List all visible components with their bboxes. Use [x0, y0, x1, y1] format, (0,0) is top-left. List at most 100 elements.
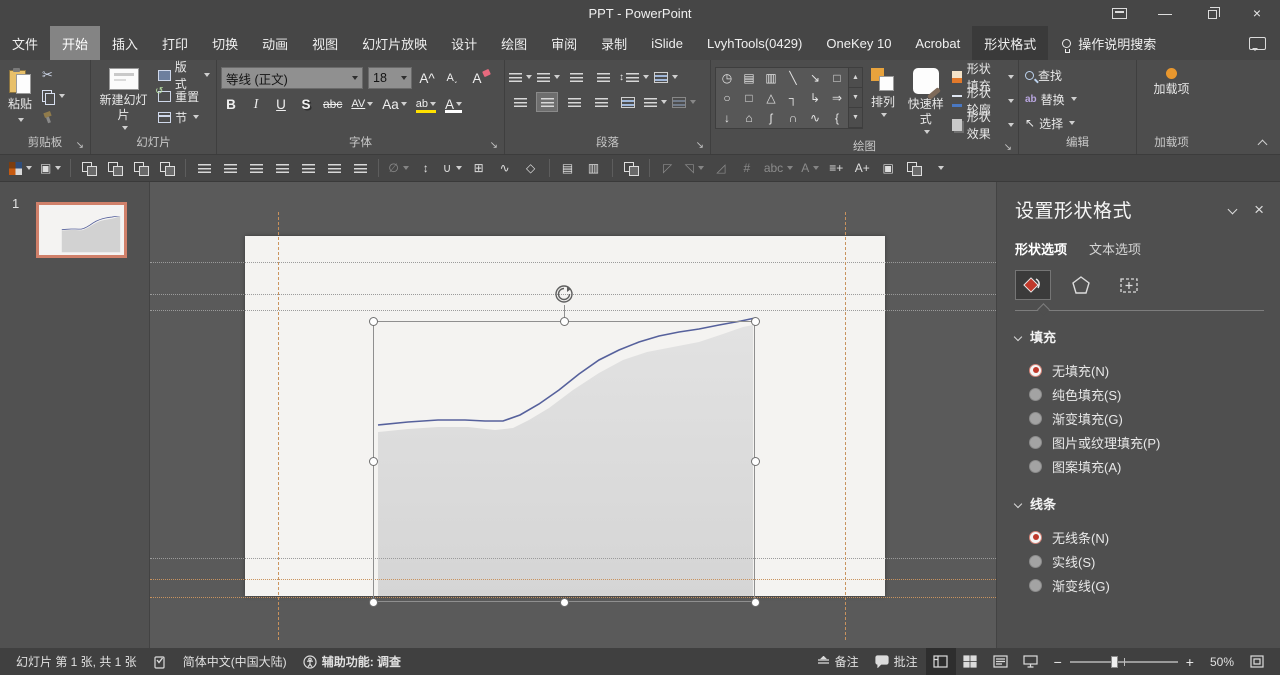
align-right-objects-button[interactable]	[244, 157, 268, 179]
align-left-objects-button[interactable]	[192, 157, 216, 179]
hash-align-button[interactable]: #	[735, 157, 759, 179]
format-painter-button[interactable]	[40, 108, 67, 126]
resize-handle-bottom-center[interactable]	[560, 598, 569, 607]
line-spacing-button[interactable]: ↕	[619, 67, 649, 87]
decrease-font-button[interactable]: A˯	[442, 68, 462, 88]
quick-styles-button[interactable]: 快速样式	[903, 64, 948, 138]
font-name-combo[interactable]: 等线 (正文)	[221, 67, 363, 89]
ribbon-tab-幻灯片放映[interactable]: 幻灯片放映	[350, 26, 439, 60]
tell-me-search[interactable]: 操作说明搜索	[1048, 26, 1170, 60]
text-effects-abc-button[interactable]: abc	[761, 157, 796, 179]
text-placeholder-button[interactable]: ▣	[37, 157, 64, 179]
shape-gallery-item-0-4[interactable]: ↘	[804, 68, 826, 88]
find-button[interactable]: 查找	[1023, 66, 1079, 84]
shape-gallery-item-0-0[interactable]: ◷	[716, 68, 738, 88]
select-button[interactable]: ↖选择	[1023, 114, 1079, 132]
highlight-color-button[interactable]: ab	[414, 94, 438, 114]
ribbon-tab-iSlide[interactable]: iSlide	[639, 26, 695, 60]
send-to-back-button[interactable]	[155, 157, 179, 179]
shape-gallery-item-1-4[interactable]: ↳	[804, 88, 826, 108]
resize-handle-bottom-left[interactable]	[369, 598, 378, 607]
shape-gallery-scrollbar[interactable]: ▲▼▼	[849, 67, 863, 129]
columns-button[interactable]	[644, 92, 667, 112]
send-backward-button[interactable]	[103, 157, 127, 179]
increase-font-button[interactable]: A^	[417, 68, 437, 88]
paragraph-dialog-launcher[interactable]: ↘	[696, 141, 704, 151]
tab-text-options[interactable]: 文本选项	[1089, 239, 1141, 258]
shape-gallery-item-1-3[interactable]: ┐	[782, 88, 804, 108]
layer-manager-button[interactable]	[902, 157, 926, 179]
accessibility-checker[interactable]: 辅助功能: 调查	[295, 648, 409, 675]
fill-option-0[interactable]: 无填充(N)	[1029, 358, 1264, 382]
strikethrough-button[interactable]: abc	[321, 94, 344, 114]
add-text-line-button[interactable]: ≡+	[824, 157, 848, 179]
fill-radio-1[interactable]	[1029, 388, 1042, 401]
ribbon-tab-切换[interactable]: 切换	[200, 26, 250, 60]
slideshow-view-button[interactable]	[1016, 648, 1046, 675]
panel-chevron-down-icon[interactable]	[1228, 205, 1238, 215]
resize-handle-top-right[interactable]	[751, 317, 760, 326]
decrease-indent-button[interactable]	[565, 67, 587, 87]
line-section-header[interactable]: 线条	[1015, 494, 1264, 513]
fill-option-3[interactable]: 图片或纹理填充(P)	[1029, 430, 1264, 454]
grow-text-button[interactable]: A+	[850, 157, 874, 179]
bullets-button[interactable]	[509, 67, 532, 87]
align-text-button[interactable]	[617, 92, 639, 112]
align-middle-objects-button[interactable]	[296, 157, 320, 179]
fill-option-2[interactable]: 渐变填充(G)	[1029, 406, 1264, 430]
align-center-button[interactable]	[536, 92, 558, 112]
paste-button[interactable]: 粘贴	[4, 64, 36, 131]
ribbon-tab-视图[interactable]: 视图	[300, 26, 350, 60]
new-slide-button[interactable]: 新建幻灯片	[95, 64, 152, 134]
text-direction-button[interactable]	[654, 67, 678, 87]
fill-option-4[interactable]: 图案填充(A)	[1029, 454, 1264, 478]
shape-gallery-item-2-4[interactable]: ∿	[804, 108, 826, 128]
shape-gallery-item-2-2[interactable]: ʃ	[760, 108, 782, 128]
edit-shape-button[interactable]: ◹	[682, 157, 707, 179]
arrange-button[interactable]: 排列	[867, 64, 899, 121]
ribbon-tab-形状格式[interactable]: 形状格式	[972, 26, 1048, 60]
collapse-ribbon-icon[interactable]	[1258, 140, 1268, 150]
replace-button[interactable]: ab替换	[1023, 90, 1079, 108]
layout-button[interactable]: 版式	[156, 66, 212, 84]
align-top-objects-button[interactable]	[270, 157, 294, 179]
close-button[interactable]: ×	[1234, 0, 1280, 26]
align-center-objects-button[interactable]	[218, 157, 242, 179]
shape-gallery-item-2-3[interactable]: ∩	[782, 108, 804, 128]
numbering-button[interactable]	[537, 67, 560, 87]
clear-formatting-button[interactable]: A	[467, 68, 487, 88]
zoom-in-button[interactable]: +	[1186, 654, 1194, 670]
zoom-slider[interactable]	[1070, 661, 1178, 663]
alt-text-left-button[interactable]: ▤	[556, 157, 580, 179]
alt-text-right-button[interactable]: ▥	[582, 157, 606, 179]
picture-placeholder-button[interactable]: ▣	[876, 157, 900, 179]
line-radio-1[interactable]	[1029, 555, 1042, 568]
rotate-handle[interactable]	[554, 284, 574, 307]
restore-button[interactable]	[1188, 0, 1234, 26]
shape-gallery-item-0-5[interactable]: □	[826, 68, 848, 88]
shape-gallery-item-1-2[interactable]: △	[760, 88, 782, 108]
fill-radio-4[interactable]	[1029, 460, 1042, 473]
zoom-slider-handle[interactable]	[1111, 656, 1118, 668]
reroute-connectors-button[interactable]: ◿	[709, 157, 733, 179]
shape-gallery-item-1-1[interactable]: □	[738, 88, 760, 108]
increase-indent-button[interactable]	[592, 67, 614, 87]
italic-button[interactable]: I	[246, 94, 266, 114]
align-right-button[interactable]	[563, 92, 585, 112]
selection-swap-button[interactable]	[619, 157, 643, 179]
zoom-out-button[interactable]: −	[1054, 654, 1062, 670]
shape-gallery-item-2-1[interactable]: ⌂	[738, 108, 760, 128]
resize-handle-middle-right[interactable]	[751, 457, 760, 466]
ribbon-tab-绘图[interactable]: 绘图	[489, 26, 539, 60]
ribbon-tab-动画[interactable]: 动画	[250, 26, 300, 60]
resize-height-button[interactable]: ↕	[414, 157, 438, 179]
3d-models-button[interactable]: ◇	[519, 157, 543, 179]
convert-smartart-button[interactable]	[672, 92, 696, 112]
fill-line-icon-button[interactable]	[1015, 270, 1051, 300]
resize-handle-middle-left[interactable]	[369, 457, 378, 466]
reset-button[interactable]: 重置	[156, 87, 212, 105]
shape-gallery-item-0-3[interactable]: ╲	[782, 68, 804, 88]
bold-button[interactable]: B	[221, 94, 241, 114]
minimize-button[interactable]: —	[1142, 0, 1188, 26]
character-spacing-button[interactable]: AV	[349, 94, 375, 114]
